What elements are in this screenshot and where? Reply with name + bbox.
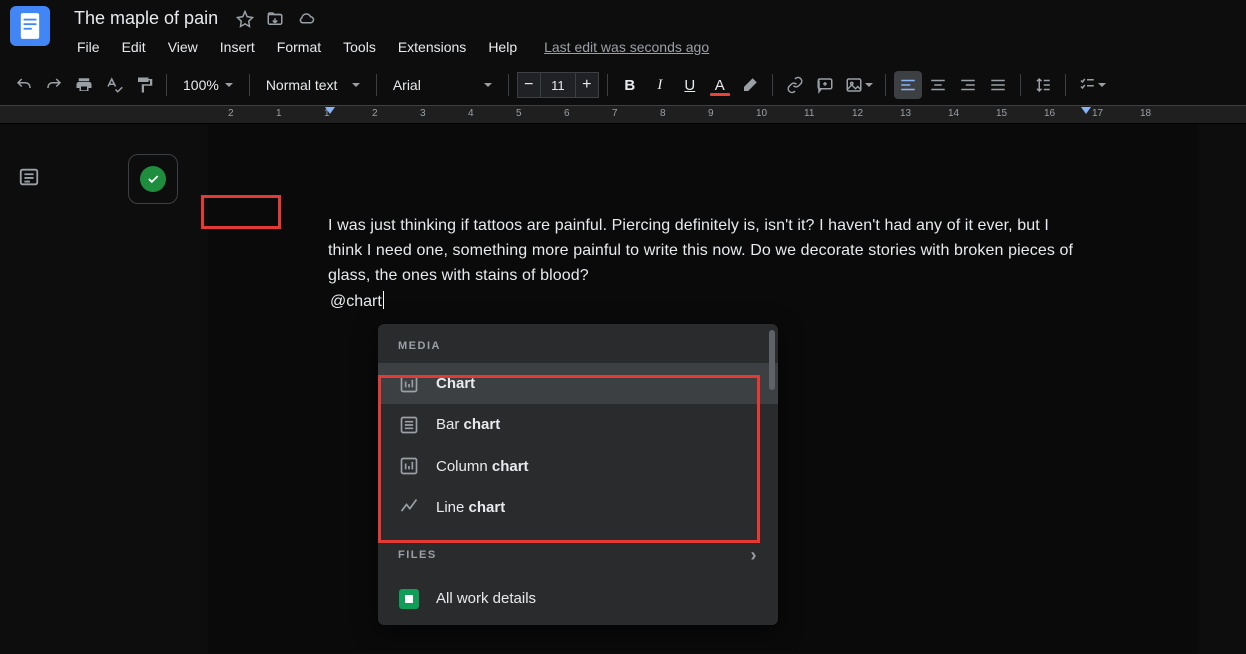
font-size-decrease[interactable]: − [517,72,541,98]
print-button[interactable] [70,71,98,99]
ruler-tick: 11 [804,108,814,119]
popup-item-label: Line chart [436,496,505,519]
chevron-down-icon [352,83,360,87]
menu-format[interactable]: Format [268,35,330,59]
ruler-tick: 12 [852,108,863,119]
ruler-tick: 1 [276,108,282,119]
ruler-tick: 5 [516,108,522,119]
italic-button[interactable]: I [646,71,674,99]
align-left-button[interactable] [894,71,922,99]
mention-text[interactable]: @chart [330,293,382,310]
checklist-button[interactable] [1074,71,1110,99]
menu-view[interactable]: View [159,35,207,59]
font-size-group: − + [517,72,599,98]
undo-button[interactable] [10,71,38,99]
menu-help[interactable]: Help [479,35,526,59]
ruler-tick: 8 [660,108,666,119]
ruler-tick: 2 [372,108,378,119]
font-size-input[interactable] [541,72,575,98]
zoom-select[interactable]: 100% [175,71,241,99]
chart-icon [398,373,420,395]
insert-link-button[interactable] [781,71,809,99]
ruler-tick: 18 [1140,108,1151,119]
chart-icon [398,455,420,477]
star-icon[interactable] [236,10,254,28]
scrollbar-thumb[interactable] [769,330,775,390]
ruler-tick: 14 [948,108,959,119]
popup-item-column-chart[interactable]: Column chart [378,446,778,487]
popup-item-label: All work details [436,587,536,610]
chevron-right-icon: › [751,542,759,570]
ruler[interactable]: 21123456789101112131415161718 [0,106,1246,124]
highlight-button[interactable] [736,71,764,99]
spellcheck-button[interactable] [100,71,128,99]
cloud-icon[interactable] [296,10,316,28]
ruler-tick: 4 [468,108,474,119]
ruler-tick: 3 [420,108,426,119]
sheets-icon [398,588,420,610]
popup-item-line-chart[interactable]: Line chart [378,487,778,528]
ruler-tick: 9 [708,108,714,119]
chart-icon [398,414,420,436]
outline-button[interactable] [14,162,44,192]
line-spacing-button[interactable] [1029,71,1057,99]
font-select[interactable]: Arial [385,71,500,99]
ruler-tick: 6 [564,108,570,119]
document-page[interactable]: I was just thinking if tattoos are painf… [208,124,1198,653]
font-size-increase[interactable]: + [575,72,599,98]
ruler-right-marker[interactable] [1081,107,1091,114]
last-edit-link[interactable]: Last edit was seconds ago [544,39,709,55]
document-title[interactable]: The maple of pain [68,6,224,31]
align-right-button[interactable] [954,71,982,99]
chevron-down-icon [865,83,873,87]
chart-icon [398,496,420,518]
toolbar: 100% Normal text Arial − + B I U A [0,65,1246,106]
menu-extensions[interactable]: Extensions [389,35,475,59]
popup-file-item[interactable]: All work details [378,578,778,619]
bold-button[interactable]: B [616,71,644,99]
body-paragraph[interactable]: I was just thinking if tattoos are painf… [328,214,1078,288]
menu-edit[interactable]: Edit [113,35,155,59]
menu-insert[interactable]: Insert [211,35,264,59]
menubar: FileEditViewInsertFormatToolsExtensionsH… [68,35,709,59]
text-cursor [383,291,384,309]
underline-button[interactable]: U [676,71,704,99]
paint-format-button[interactable] [130,71,158,99]
popup-item-label: Column chart [436,455,529,478]
popup-item-chart[interactable]: Chart [378,363,778,404]
chevron-down-icon [484,83,492,87]
insert-image-button[interactable] [841,71,877,99]
move-icon[interactable] [266,10,284,28]
insert-comment-button[interactable] [811,71,839,99]
align-justify-button[interactable] [984,71,1012,99]
popup-section-media: MEDIA [378,324,778,363]
menu-file[interactable]: File [68,35,109,59]
ruler-tick: 10 [756,108,767,119]
ruler-tick: 15 [996,108,1007,119]
ruler-tick: 2 [228,108,234,119]
ruler-tick: 13 [900,108,911,119]
ruler-tick: 1 [324,108,330,119]
popup-section-files[interactable]: FILES › [378,528,778,578]
grammar-check-chip[interactable] [128,154,178,204]
ruler-tick: 16 [1044,108,1055,119]
text-color-button[interactable]: A [706,71,734,99]
docs-logo[interactable] [10,6,50,46]
popup-item-label: Bar chart [436,413,500,436]
paragraph-style-select[interactable]: Normal text [258,71,368,99]
annotation-box-mention [201,195,281,229]
align-center-button[interactable] [924,71,952,99]
redo-button[interactable] [40,71,68,99]
popup-item-label: Chart [436,372,475,395]
ruler-tick: 17 [1092,108,1103,119]
menu-tools[interactable]: Tools [334,35,385,59]
popup-item-bar-chart[interactable]: Bar chart [378,404,778,445]
chevron-down-icon [1098,83,1106,87]
ruler-tick: 7 [612,108,618,119]
smart-chip-popup: MEDIA Chart Bar chart Column chart Line cha… [378,324,778,625]
chevron-down-icon [225,83,233,87]
